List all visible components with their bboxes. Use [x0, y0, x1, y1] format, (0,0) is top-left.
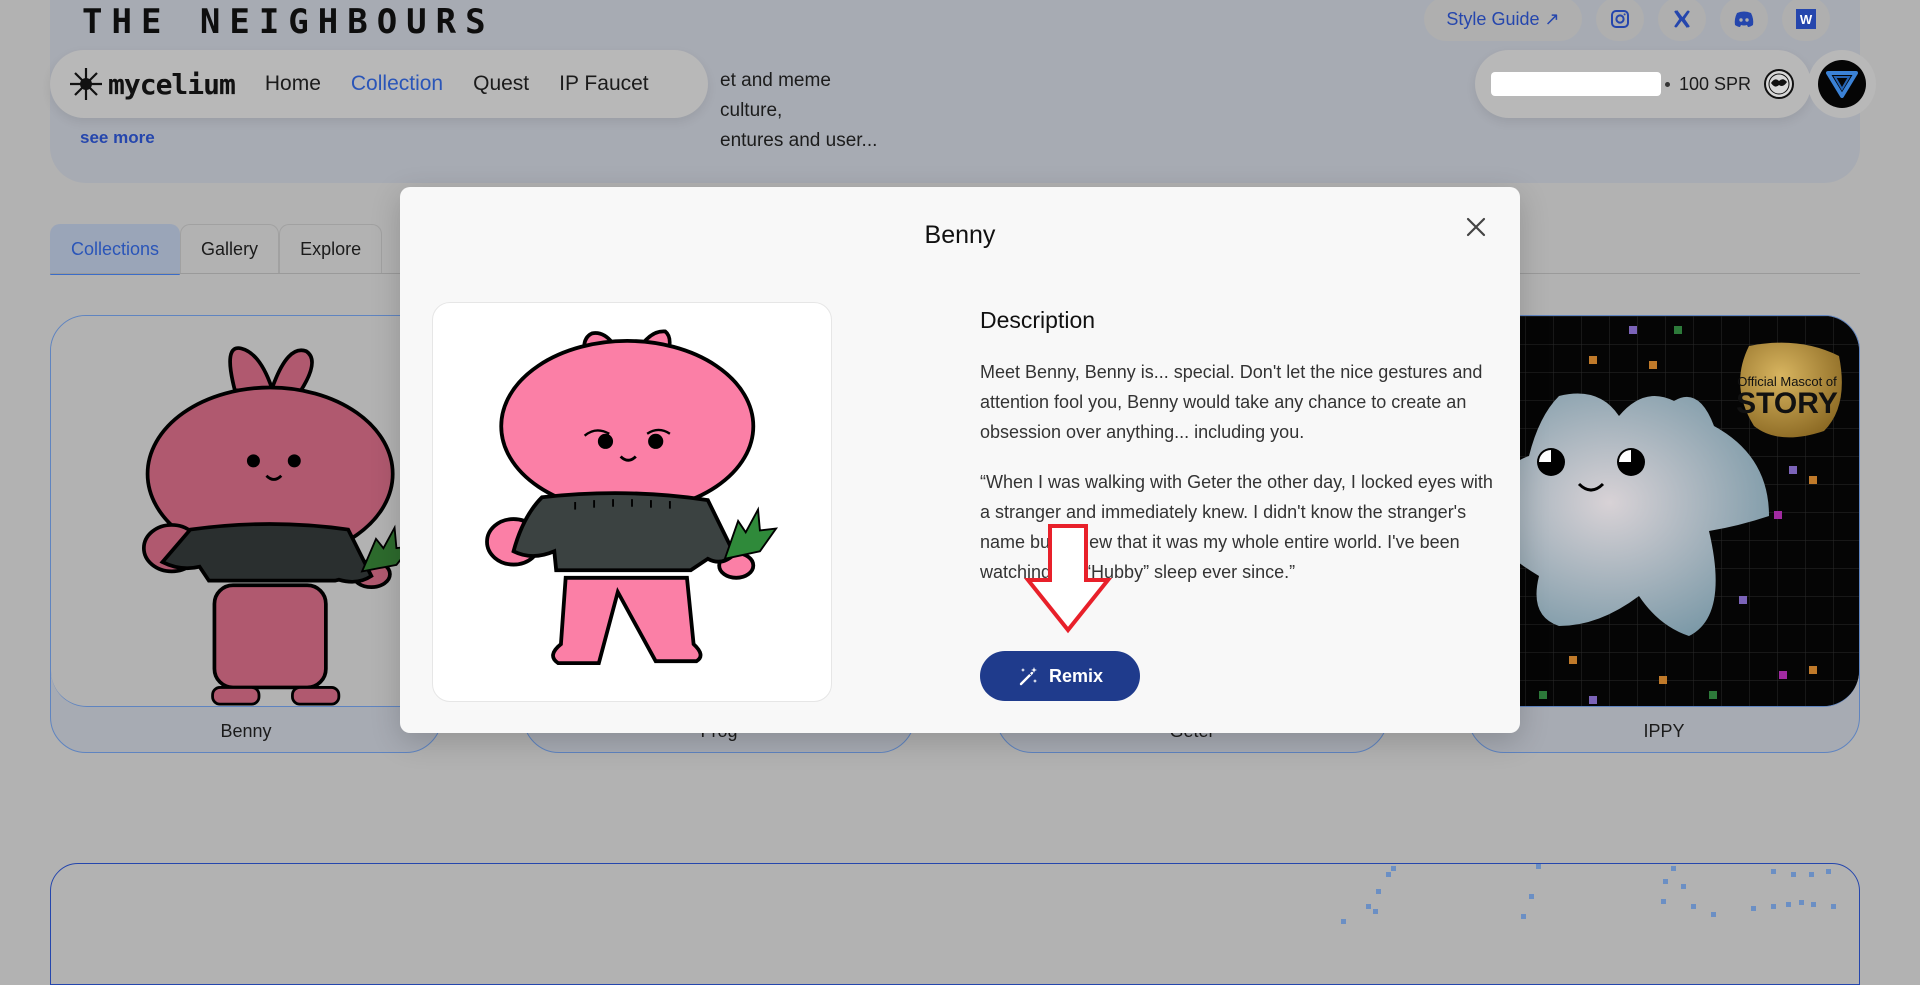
close-icon: [1466, 217, 1486, 237]
magic-wand-icon: [1019, 667, 1037, 686]
nav-home[interactable]: Home: [265, 72, 321, 96]
benny-illustration: [485, 329, 779, 665]
style-guide-link[interactable]: Style Guide ↗: [1424, 0, 1582, 41]
nav-ip-faucet[interactable]: IP Faucet: [559, 72, 649, 96]
bottom-feature-panel: [50, 863, 1860, 985]
x-button[interactable]: [1658, 0, 1706, 41]
nav-quest[interactable]: Quest: [473, 72, 529, 96]
triangle-logo-icon: [1826, 71, 1858, 98]
card-image: Official Mascot of STORY: [1469, 316, 1859, 707]
scatter-decoration: [1341, 864, 1836, 924]
tab-collections[interactable]: Collections: [50, 224, 181, 275]
remix-button[interactable]: Remix: [980, 651, 1140, 701]
character-card-benny[interactable]: Benny: [50, 315, 442, 753]
wallet-balance: 100 SPR: [1679, 73, 1752, 94]
instagram-icon: [1611, 10, 1629, 28]
w-button[interactable]: W: [1782, 0, 1830, 41]
badge-title: STORY: [1736, 387, 1838, 420]
x-icon: [1674, 10, 1690, 28]
card-name: IPPY: [1643, 721, 1685, 741]
w-icon: W: [1796, 9, 1816, 29]
avatar: [1818, 60, 1866, 108]
modal-title: Benny: [924, 221, 996, 249]
benny-illustration: [142, 346, 414, 706]
description-line: entures and user...: [720, 130, 878, 151]
main-navbar: mycelium Home Collection Quest IP Faucet: [50, 50, 708, 118]
collection-title: THE NEIGHBOURS: [82, 2, 495, 42]
character-card-ippy[interactable]: Official Mascot of STORY IPPY: [1468, 315, 1860, 753]
character-image: [432, 302, 832, 702]
card-name: Benny: [220, 721, 272, 741]
discord-button[interactable]: [1720, 0, 1768, 41]
collection-tabs: Collections Gallery Explore: [50, 224, 383, 275]
separator-dot: [1665, 81, 1670, 87]
remix-label: Remix: [1048, 665, 1104, 686]
wallet-address-redacted: [1491, 72, 1661, 96]
ippy-illustration: Official Mascot of STORY: [1469, 316, 1859, 706]
account-avatar-button[interactable]: [1808, 50, 1876, 118]
instagram-button[interactable]: [1596, 0, 1644, 41]
discord-icon: [1734, 11, 1754, 27]
mycelium-logo[interactable]: mycelium: [68, 66, 236, 102]
starburst-icon: [70, 68, 102, 100]
character-detail-modal: Benny Description Meet Benny, Benny is..…: [400, 187, 1520, 733]
svg-text:W: W: [1800, 12, 1813, 27]
tab-gallery[interactable]: Gallery: [180, 224, 280, 273]
wallet-pill[interactable]: 100 SPR: [1475, 50, 1811, 118]
tab-explore[interactable]: Explore: [279, 224, 383, 273]
see-more-link[interactable]: see more: [80, 128, 155, 148]
description-paragraph: “When I was walking with Geter the other…: [980, 472, 1493, 582]
description-paragraph: Meet Benny, Benny is... special. Don't l…: [980, 362, 1483, 442]
close-button[interactable]: [1456, 207, 1496, 247]
brand-name: mycelium: [108, 67, 236, 101]
token-icon: [1764, 69, 1795, 99]
description-text: Meet Benny, Benny is... special. Don't l…: [980, 357, 1500, 607]
card-image: [51, 316, 441, 707]
description-heading: Description: [980, 307, 1096, 333]
top-links: Style Guide ↗ W: [1424, 0, 1830, 41]
nav-collection[interactable]: Collection: [351, 72, 443, 96]
